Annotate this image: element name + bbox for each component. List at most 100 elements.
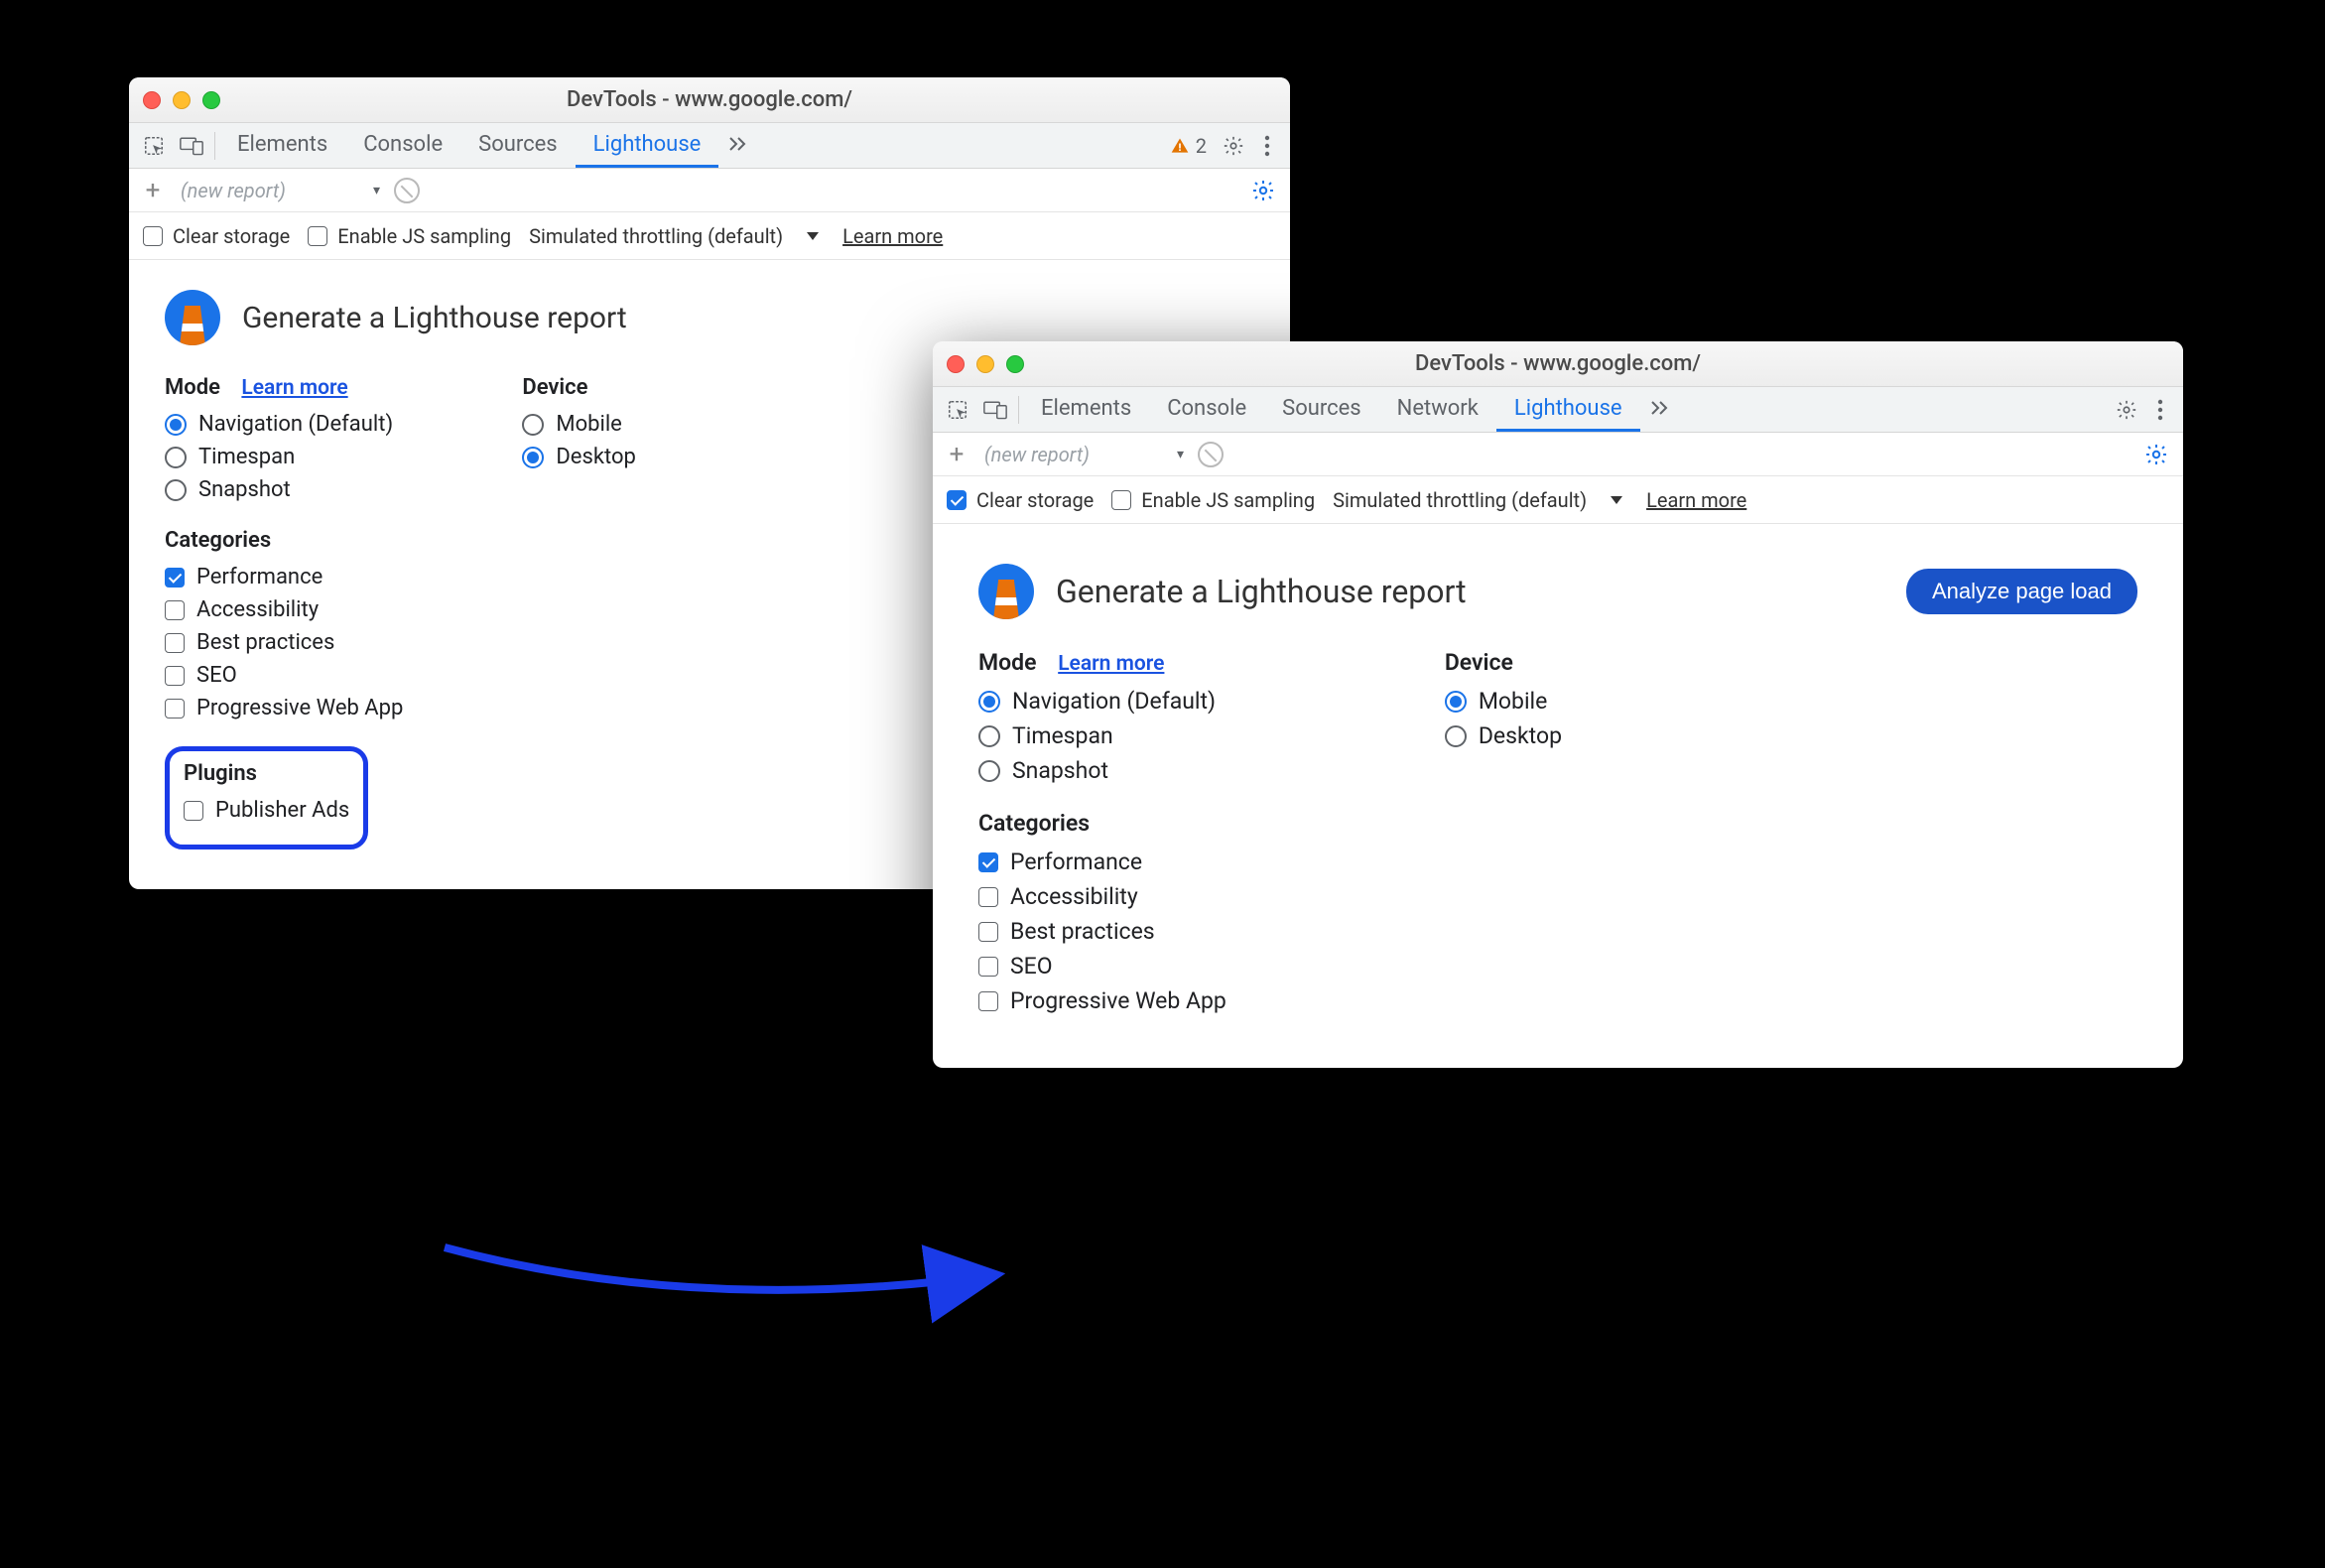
enable-js-sampling-option[interactable]: Enable JS sampling: [308, 224, 511, 248]
radio-icon[interactable]: [978, 725, 1000, 747]
clear-storage-checkbox[interactable]: [143, 226, 163, 246]
learn-more-link[interactable]: Learn more: [842, 224, 943, 248]
more-tabs-icon[interactable]: [718, 123, 758, 168]
checkbox-icon[interactable]: [165, 633, 185, 653]
lighthouse-logo-icon: [978, 564, 1034, 619]
close-window-dot[interactable]: [947, 355, 965, 373]
clear-icon[interactable]: [394, 178, 420, 203]
category-best-practices[interactable]: Best practices: [165, 630, 403, 655]
inspect-icon[interactable]: [939, 387, 976, 432]
radio-icon[interactable]: [165, 414, 187, 436]
tab-sources[interactable]: Sources: [1264, 387, 1379, 432]
report-selector[interactable]: (new report): [984, 443, 1163, 466]
mode-heading: Mode: [165, 375, 220, 400]
settings-icon[interactable]: [2110, 399, 2143, 421]
category-accessibility[interactable]: Accessibility: [165, 597, 403, 622]
devtools-toolbar: Elements Console Sources Lighthouse 2: [129, 123, 1290, 169]
throttling-dropdown-icon[interactable]: [807, 232, 819, 240]
checkbox-icon[interactable]: [978, 922, 998, 942]
checkbox-icon[interactable]: [978, 957, 998, 977]
mode-timespan[interactable]: Timespan: [165, 445, 403, 469]
more-menu-icon[interactable]: [2143, 399, 2177, 421]
warnings-badge[interactable]: 2: [1160, 134, 1217, 158]
minimize-window-dot[interactable]: [976, 355, 994, 373]
enable-js-sampling-option[interactable]: Enable JS sampling: [1111, 488, 1315, 512]
tab-console[interactable]: Console: [1149, 387, 1264, 432]
more-menu-icon[interactable]: [1250, 135, 1284, 157]
device-desktop[interactable]: Desktop: [1445, 722, 1562, 749]
mode-timespan[interactable]: Timespan: [978, 722, 1227, 749]
mode-snapshot[interactable]: Snapshot: [978, 757, 1227, 784]
tab-sources[interactable]: Sources: [460, 123, 576, 168]
checkbox-icon[interactable]: [165, 568, 185, 588]
checkbox-icon[interactable]: [978, 991, 998, 1011]
report-dropdown-icon[interactable]: ▾: [1177, 447, 1184, 462]
plugins-highlight: Plugins Publisher Ads: [165, 746, 368, 849]
plugin-publisher-ads[interactable]: Publisher Ads: [184, 798, 349, 823]
learn-more-link[interactable]: Learn more: [1646, 488, 1746, 512]
enable-js-checkbox[interactable]: [1111, 490, 1131, 510]
category-seo[interactable]: SEO: [978, 953, 1227, 980]
clear-storage-checkbox[interactable]: [947, 490, 967, 510]
tab-lighthouse[interactable]: Lighthouse: [1496, 387, 1640, 432]
window-controls: [143, 91, 220, 109]
clear-icon[interactable]: [1198, 442, 1224, 467]
throttling-dropdown-icon[interactable]: [1611, 496, 1622, 504]
settings-icon[interactable]: [1217, 135, 1250, 157]
tab-network[interactable]: Network: [1379, 387, 1496, 432]
enable-js-checkbox[interactable]: [308, 226, 327, 246]
tab-console[interactable]: Console: [345, 123, 460, 168]
radio-icon[interactable]: [978, 691, 1000, 713]
categories-heading: Categories: [978, 810, 1227, 837]
checkbox-icon[interactable]: [165, 600, 185, 620]
device-toggle-icon[interactable]: [976, 387, 1014, 432]
checkbox-icon[interactable]: [165, 699, 185, 719]
checkbox-icon[interactable]: [978, 887, 998, 907]
lighthouse-options-bar: Clear storage Enable JS sampling Simulat…: [129, 212, 1290, 260]
category-performance[interactable]: Performance: [978, 849, 1227, 875]
report-selector[interactable]: (new report): [181, 179, 359, 202]
close-window-dot[interactable]: [143, 91, 161, 109]
radio-icon[interactable]: [1445, 725, 1467, 747]
category-pwa[interactable]: Progressive Web App: [165, 696, 403, 720]
inspect-icon[interactable]: [135, 123, 173, 168]
radio-icon[interactable]: [1445, 691, 1467, 713]
device-toggle-icon[interactable]: [173, 123, 210, 168]
tab-elements[interactable]: Elements: [219, 123, 345, 168]
checkbox-icon[interactable]: [978, 852, 998, 872]
device-mobile[interactable]: Mobile: [1445, 688, 1562, 715]
new-report-icon[interactable]: +: [139, 176, 167, 205]
clear-storage-option[interactable]: Clear storage: [947, 488, 1094, 512]
radio-icon[interactable]: [978, 760, 1000, 782]
mode-snapshot[interactable]: Snapshot: [165, 477, 403, 502]
zoom-window-dot[interactable]: [202, 91, 220, 109]
mode-learn-more-link[interactable]: Learn more: [241, 376, 347, 400]
mode-navigation[interactable]: Navigation (Default): [165, 412, 403, 437]
zoom-window-dot[interactable]: [1006, 355, 1024, 373]
category-pwa[interactable]: Progressive Web App: [978, 987, 1227, 1014]
lighthouse-settings-icon[interactable]: [1246, 179, 1280, 202]
category-seo[interactable]: SEO: [165, 663, 403, 688]
category-accessibility[interactable]: Accessibility: [978, 883, 1227, 910]
device-mobile[interactable]: Mobile: [522, 412, 636, 437]
checkbox-icon[interactable]: [165, 666, 185, 686]
category-best-practices[interactable]: Best practices: [978, 918, 1227, 945]
radio-icon[interactable]: [522, 447, 544, 468]
minimize-window-dot[interactable]: [173, 91, 191, 109]
more-tabs-icon[interactable]: [1640, 387, 1680, 432]
device-desktop[interactable]: Desktop: [522, 445, 636, 469]
category-performance[interactable]: Performance: [165, 565, 403, 589]
new-report-icon[interactable]: +: [943, 440, 970, 469]
mode-navigation[interactable]: Navigation (Default): [978, 688, 1227, 715]
checkbox-icon[interactable]: [184, 801, 203, 821]
radio-icon[interactable]: [522, 414, 544, 436]
report-dropdown-icon[interactable]: ▾: [373, 183, 380, 198]
clear-storage-option[interactable]: Clear storage: [143, 224, 290, 248]
radio-icon[interactable]: [165, 479, 187, 501]
radio-icon[interactable]: [165, 447, 187, 468]
analyze-page-load-button[interactable]: Analyze page load: [1906, 569, 2137, 614]
tab-elements[interactable]: Elements: [1023, 387, 1149, 432]
lighthouse-settings-icon[interactable]: [2139, 443, 2173, 466]
tab-lighthouse[interactable]: Lighthouse: [576, 123, 719, 168]
mode-learn-more-link[interactable]: Learn more: [1058, 652, 1164, 676]
